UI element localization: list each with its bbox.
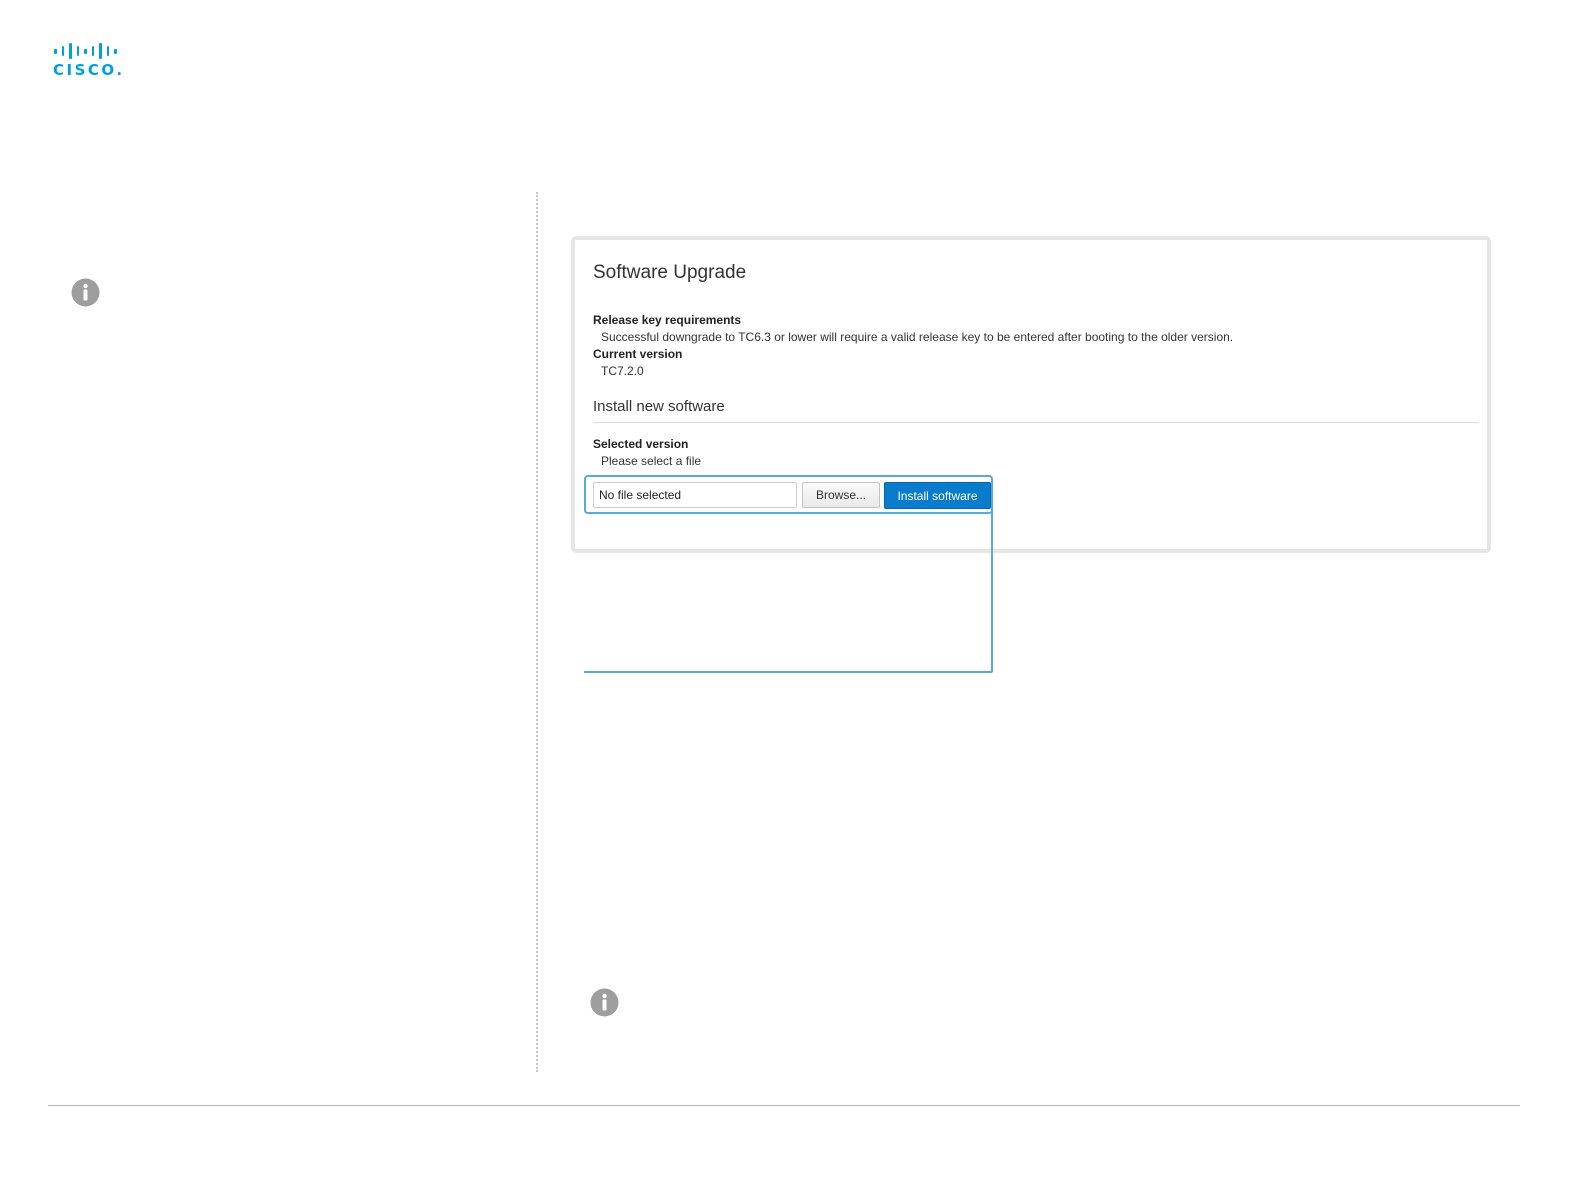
info-icon [590, 988, 619, 1017]
release-key-text: Successful downgrade to TC6.3 or lower w… [601, 330, 1234, 344]
current-version-value: TC7.2.0 [601, 364, 644, 378]
info-icon [71, 278, 100, 307]
cisco-logo-bars-icon [53, 42, 127, 60]
footer-divider [48, 1105, 1520, 1106]
callout-leader-vertical [991, 510, 993, 672]
current-version-label: Current version [593, 347, 683, 361]
install-software-button[interactable]: Install software [884, 482, 991, 509]
panel-title: Software Upgrade [593, 262, 747, 283]
release-key-label: Release key requirements [593, 313, 742, 327]
browse-button[interactable]: Browse... [802, 482, 880, 508]
section-divider [593, 422, 1479, 423]
file-controls-callout: Browse... Install software [584, 475, 993, 673]
selected-version-value: Please select a file [601, 454, 702, 468]
cisco-logo: CISCO. [53, 42, 127, 80]
file-name-input[interactable] [593, 482, 797, 508]
selected-version-label: Selected version [593, 437, 689, 451]
callout-box: Browse... Install software [584, 475, 993, 514]
install-section-title: Install new software [593, 398, 725, 415]
cisco-logo-text: CISCO. [53, 61, 125, 79]
column-divider [536, 192, 538, 1072]
callout-leader-horizontal [584, 671, 993, 673]
